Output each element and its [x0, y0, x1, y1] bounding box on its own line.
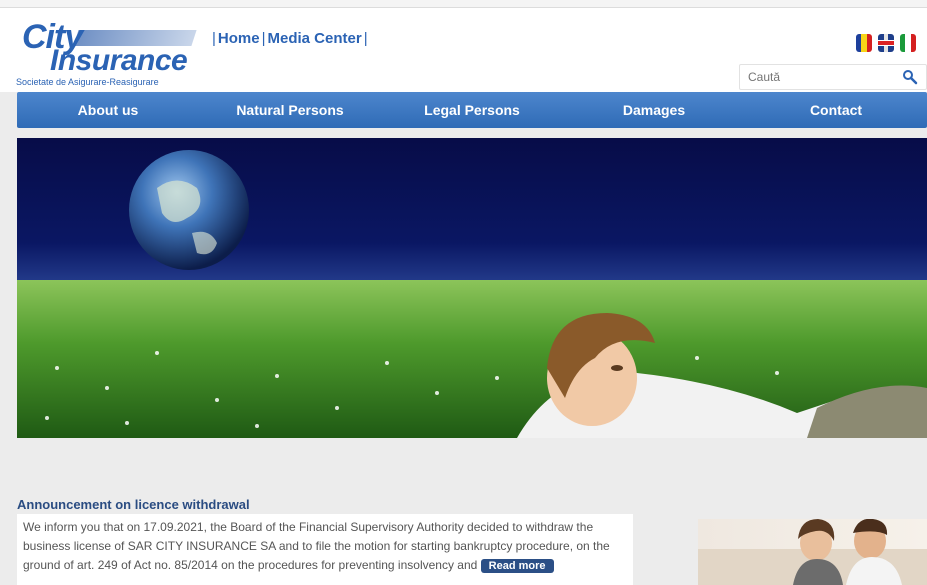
home-link[interactable]: Home	[218, 30, 260, 47]
top-links: | Home | Media Center |	[212, 30, 368, 47]
ro-flag-icon[interactable]	[856, 34, 872, 52]
uk-flag-icon[interactable]	[878, 34, 894, 52]
hero-banner	[17, 138, 927, 438]
nav-about-us[interactable]: About us	[17, 92, 199, 128]
language-flags	[856, 34, 916, 52]
nav-damages[interactable]: Damages	[563, 92, 745, 128]
main-nav: About us Natural Persons Legal Persons D…	[17, 92, 927, 128]
hero-illustration	[17, 150, 927, 438]
logo-insurance-text: Insurance	[50, 44, 188, 77]
media-center-link[interactable]: Media Center	[268, 30, 362, 47]
search-input[interactable]	[740, 65, 890, 89]
announcement-box: We inform you that on 17.09.2021, the Bo…	[17, 514, 633, 585]
search-box	[739, 64, 927, 90]
site-header: City Insurance Societate de Asigurare-Re…	[0, 8, 927, 92]
announcement-title: Announcement on licence withdrawal	[17, 497, 250, 512]
it-flag-icon[interactable]	[900, 34, 916, 52]
logo-tagline: Societate de Asigurare-Reasigurare	[16, 77, 159, 87]
nav-contact[interactable]: Contact	[745, 92, 927, 128]
read-more-button[interactable]: Read more	[480, 559, 554, 573]
couple-photo[interactable]	[698, 519, 927, 585]
top-strip	[0, 0, 927, 8]
city-insurance-logo[interactable]: City Insurance Societate de Asigurare-Re…	[16, 18, 201, 90]
nav-legal-persons[interactable]: Legal Persons	[381, 92, 563, 128]
nav-natural-persons[interactable]: Natural Persons	[199, 92, 381, 128]
search-icon[interactable]	[902, 69, 918, 85]
